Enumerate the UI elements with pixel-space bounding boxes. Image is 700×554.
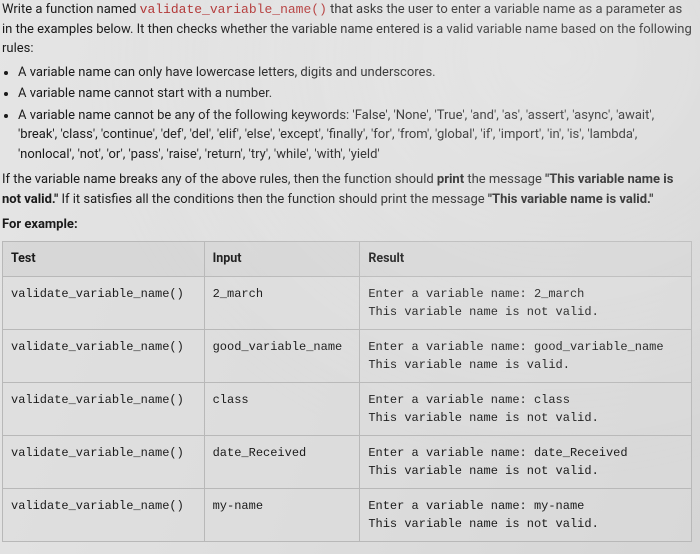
header-input: Input [204,241,360,277]
cell-test: validate_variable_name() [3,330,205,383]
rule-item: A variable name cannot be any of the fol… [18,106,692,165]
cell-result: Enter a variable name: class This variab… [360,383,692,436]
example-label: For example: [2,215,692,235]
document-body: Write a function named validate_variable… [0,0,694,542]
example-label-text: For example: [2,217,78,232]
intro-prefix: Write a function named [2,2,140,17]
cell-test: validate_variable_name() [3,489,205,542]
table-header-row: Test Input Result [3,241,692,277]
cell-input: good_variable_name [204,330,360,383]
header-result: Result [360,241,692,277]
outcome-mid2: If it satisfies all the conditions then … [58,192,488,207]
message-valid: "This variable name is valid." [488,192,654,207]
print-word: print [437,172,464,187]
cell-test: validate_variable_name() [3,277,205,330]
cell-input: 2_march [204,277,360,330]
table-row: validate_variable_name() my-name Enter a… [3,489,692,542]
table-row: validate_variable_name() date_Received E… [3,436,692,489]
table-row: validate_variable_name() class Enter a v… [3,383,692,436]
header-test: Test [3,241,205,277]
table-row: validate_variable_name() 2_march Enter a… [3,277,692,330]
cell-input: class [204,383,360,436]
rule-item: A variable name cannot start with a numb… [18,84,692,104]
examples-table: Test Input Result validate_variable_name… [2,241,692,543]
cell-result: Enter a variable name: date_Received Thi… [360,436,692,489]
rules-list: A variable name can only have lowercase … [18,63,692,165]
outcome-paragraph: If the variable name breaks any of the a… [2,170,692,209]
cell-result: Enter a variable name: my-name This vari… [360,489,692,542]
cell-result: Enter a variable name: 2_march This vari… [360,277,692,330]
cell-input: my-name [204,489,360,542]
function-name: validate_variable_name() [140,2,327,17]
rule-item: A variable name can only have lowercase … [18,63,692,83]
cell-result: Enter a variable name: good_variable_nam… [360,330,692,383]
cell-input: date_Received [204,436,360,489]
outcome-prefix: If the variable name breaks any of the a… [2,172,437,187]
outcome-mid1: the message [464,172,545,187]
intro-paragraph: Write a function named validate_variable… [2,0,692,59]
table-row: validate_variable_name() good_variable_n… [3,330,692,383]
cell-test: validate_variable_name() [3,383,205,436]
cell-test: validate_variable_name() [3,436,205,489]
